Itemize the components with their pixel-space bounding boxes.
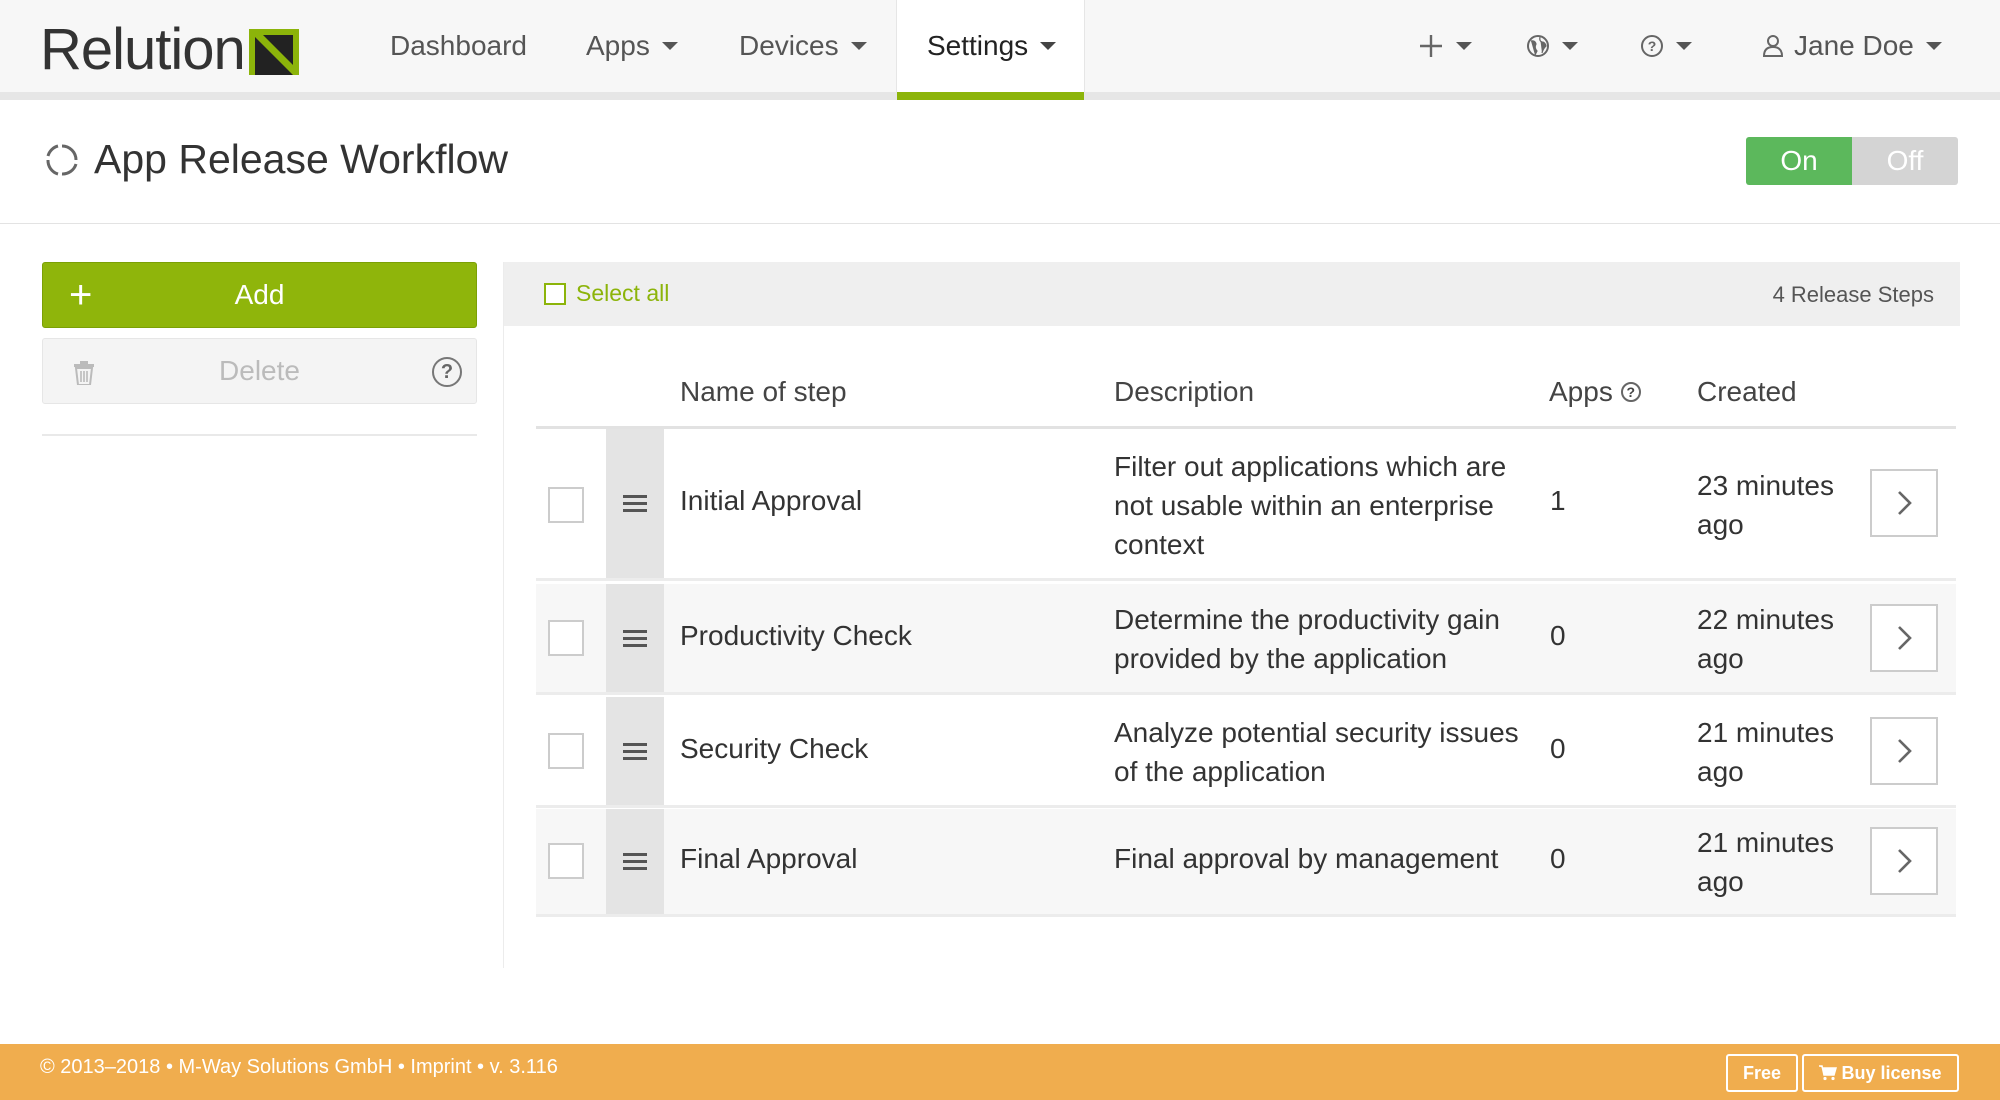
page-title: App Release Workflow bbox=[94, 136, 508, 182]
chevron-right-icon bbox=[1898, 739, 1912, 763]
table-row[interactable]: Security Check Analyze potential securit… bbox=[536, 697, 1956, 808]
nav-dashboard[interactable]: Dashboard bbox=[360, 0, 557, 92]
step-name: Security Check bbox=[680, 733, 869, 764]
step-apps-count: 1 bbox=[1550, 485, 1566, 516]
step-name: Final Approval bbox=[680, 843, 858, 874]
step-apps-count: 0 bbox=[1550, 843, 1566, 874]
nav-dashboard-label: Dashboard bbox=[390, 30, 527, 61]
open-step-button[interactable] bbox=[1870, 469, 1938, 537]
nav-settings-label: Settings bbox=[927, 30, 1029, 61]
panel-divider bbox=[503, 262, 504, 968]
relution-logo-mark bbox=[248, 29, 299, 75]
footer-copyright[interactable]: © 2013–2018 • M-Way Solutions GmbH • Imp… bbox=[40, 1056, 558, 1079]
column-header-apps[interactable]: Apps? bbox=[1549, 376, 1641, 408]
table-row[interactable]: Initial Approval Filter out applications… bbox=[536, 429, 1956, 581]
open-step-button[interactable] bbox=[1870, 604, 1938, 672]
select-all-checkbox[interactable]: Select all bbox=[544, 280, 669, 307]
toggle-off-button[interactable]: Off bbox=[1852, 137, 1958, 185]
globe-icon bbox=[1527, 35, 1549, 57]
sidebar-divider bbox=[42, 434, 477, 436]
nav-devices[interactable]: Devices bbox=[709, 0, 897, 92]
list-toolbar: Select all 4 Release Steps bbox=[504, 262, 1960, 326]
drag-handle-icon[interactable] bbox=[606, 584, 664, 692]
select-all-label: Select all bbox=[576, 280, 670, 306]
language-menu[interactable] bbox=[1506, 0, 1598, 92]
trash-icon bbox=[74, 361, 94, 385]
step-description: Determine the productivity gain provided… bbox=[1114, 604, 1500, 674]
release-steps-count: 4 Release Steps bbox=[1772, 282, 1934, 307]
plus-icon: + bbox=[69, 273, 93, 317]
row-checkbox[interactable] bbox=[548, 487, 584, 523]
drag-handle-icon[interactable] bbox=[606, 809, 664, 914]
chevron-right-icon bbox=[1898, 491, 1912, 515]
step-apps-count: 0 bbox=[1550, 620, 1566, 651]
delete-button[interactable]: Delete ? bbox=[42, 338, 477, 404]
step-created: 21 minutes ago bbox=[1697, 717, 1834, 787]
user-menu[interactable]: Jane Doe bbox=[1742, 0, 1962, 92]
add-menu[interactable] bbox=[1398, 0, 1492, 92]
buy-license-button[interactable]: Buy license bbox=[1802, 1054, 1959, 1092]
relution-logo[interactable]: Relution bbox=[40, 17, 299, 82]
toggle-on-button[interactable]: On bbox=[1746, 137, 1852, 185]
chevron-down-icon bbox=[1925, 42, 1942, 50]
chevron-right-icon bbox=[1898, 626, 1912, 650]
svg-text:?: ? bbox=[1648, 38, 1657, 54]
page-header: App Release Workflow On Off bbox=[0, 100, 2000, 224]
help-menu[interactable]: ? bbox=[1620, 0, 1712, 92]
user-icon bbox=[1762, 35, 1784, 57]
nav-devices-label: Devices bbox=[739, 30, 839, 61]
add-button-label: Add bbox=[234, 279, 285, 310]
chevron-down-icon bbox=[1676, 42, 1692, 50]
brand-name: Relution bbox=[40, 17, 246, 82]
table-row[interactable]: Productivity Check Determine the product… bbox=[536, 584, 1956, 695]
table-row[interactable]: Final Approval Final approval by managem… bbox=[536, 809, 1956, 917]
chevron-right-icon bbox=[1898, 849, 1912, 873]
plus-icon bbox=[1420, 35, 1442, 57]
nav-apps-label: Apps bbox=[586, 30, 650, 61]
step-description: Final approval by management bbox=[1114, 843, 1499, 874]
user-name: Jane Doe bbox=[1794, 30, 1914, 61]
column-header-description[interactable]: Description bbox=[1114, 376, 1254, 408]
add-button[interactable]: + Add bbox=[42, 262, 477, 328]
help-icon: ? bbox=[1641, 35, 1663, 57]
chevron-down-icon bbox=[850, 42, 867, 50]
checkbox-icon bbox=[544, 282, 566, 305]
open-step-button[interactable] bbox=[1870, 827, 1938, 895]
nav-apps[interactable]: Apps bbox=[556, 0, 708, 92]
chevron-down-icon bbox=[1456, 42, 1472, 50]
nav-settings[interactable]: Settings bbox=[896, 0, 1085, 100]
top-navbar: Relution Dashboard Apps Devices Settings bbox=[0, 0, 2000, 100]
drag-handle-icon[interactable] bbox=[606, 697, 664, 805]
step-created: 22 minutes ago bbox=[1697, 604, 1834, 674]
row-checkbox[interactable] bbox=[548, 620, 584, 656]
buy-license-label: Buy license bbox=[1841, 1062, 1942, 1083]
step-name: Productivity Check bbox=[680, 620, 912, 651]
help-icon[interactable]: ? bbox=[432, 357, 462, 387]
chevron-down-icon bbox=[661, 42, 678, 50]
step-description: Analyze potential security issues of the… bbox=[1114, 717, 1519, 787]
row-checkbox[interactable] bbox=[548, 733, 584, 769]
step-description: Filter out applications which are not us… bbox=[1114, 451, 1507, 560]
column-header-name[interactable]: Name of step bbox=[680, 376, 847, 408]
workflow-toggle[interactable]: On Off bbox=[1746, 137, 1958, 185]
delete-button-label: Delete bbox=[219, 355, 300, 386]
chevron-down-icon bbox=[1562, 42, 1578, 50]
open-step-button[interactable] bbox=[1870, 717, 1938, 785]
row-checkbox[interactable] bbox=[548, 843, 584, 879]
refresh-icon bbox=[46, 144, 78, 176]
step-created: 21 minutes ago bbox=[1697, 827, 1834, 897]
column-header-created[interactable]: Created bbox=[1697, 376, 1797, 408]
drag-handle-icon[interactable] bbox=[606, 429, 664, 578]
chevron-down-icon bbox=[1040, 42, 1057, 50]
free-button[interactable]: Free bbox=[1726, 1054, 1798, 1092]
column-header-apps-label: Apps bbox=[1549, 376, 1613, 407]
step-apps-count: 0 bbox=[1550, 733, 1566, 764]
footer: © 2013–2018 • M-Way Solutions GmbH • Imp… bbox=[0, 1044, 2000, 1100]
info-icon[interactable]: ? bbox=[1620, 382, 1641, 402]
cart-icon bbox=[1819, 1065, 1838, 1081]
step-created: 23 minutes ago bbox=[1697, 470, 1834, 540]
step-name: Initial Approval bbox=[680, 485, 863, 516]
